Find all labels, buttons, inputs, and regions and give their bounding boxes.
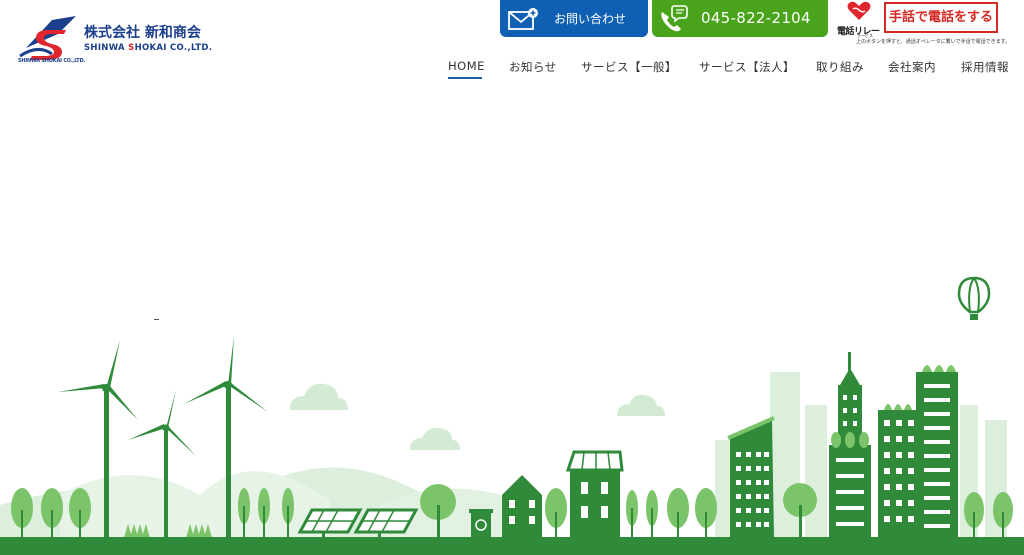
nav-item-recruit[interactable]: 採用情報 <box>961 59 1009 75</box>
logo-mark-caption: SHINWA SHOKAI CO.,LTD. <box>18 58 86 64</box>
company-name-en: SHINWA SHOKAI CO.,LTD. <box>84 42 212 54</box>
relay-service-logo: 電話リレー サービス <box>835 0 880 40</box>
ground <box>0 537 1024 555</box>
nav-item-initiatives[interactable]: 取り組み <box>816 59 864 75</box>
tree <box>11 488 91 538</box>
company-logo[interactable]: SHINWA SHOKAI CO.,LTD. 株式会社 新和商会 SHINWA … <box>18 14 218 64</box>
phone-chat-icon <box>661 5 688 32</box>
recycle-bin <box>469 509 493 537</box>
phone-number: 045-822-2104 <box>701 9 811 27</box>
tree <box>545 488 567 538</box>
company-name-en-suffix: HOKAI CO.,LTD. <box>134 43 213 53</box>
green-roof-building <box>727 416 775 538</box>
stray-mark <box>154 319 159 320</box>
company-name: 株式会社 新和商会 SHINWA SHOKAI CO.,LTD. <box>84 24 212 54</box>
tree <box>667 488 717 538</box>
mail-icon <box>508 8 538 30</box>
nav-active-indicator <box>448 77 482 79</box>
nav-item-service-corporate[interactable]: サービス【法人】 <box>699 59 795 75</box>
sign-language-note: 上のボタンを押すと、通話オペレータに繋いで手話で電話できます。 <box>856 39 1011 45</box>
heart-hands-icon <box>847 1 871 21</box>
nav-item-service-general[interactable]: サービス【一般】 <box>581 59 677 75</box>
contact-button-label: お問い合わせ <box>554 12 627 26</box>
contact-button[interactable]: お問い合わせ <box>500 0 648 37</box>
wheat <box>626 490 658 538</box>
site-header: SHINWA SHOKAI CO.,LTD. 株式会社 新和商会 SHINWA … <box>0 0 1024 90</box>
company-logo-mark <box>19 16 76 60</box>
office-building <box>878 365 958 538</box>
house <box>502 475 542 538</box>
cloud <box>290 383 665 450</box>
spire-tower <box>829 352 871 538</box>
nav-item-news[interactable]: お知らせ <box>509 59 557 75</box>
nav-item-home[interactable]: HOME <box>448 59 485 73</box>
solar-roof-building <box>565 450 624 538</box>
nav-item-company[interactable]: 会社案内 <box>888 59 936 75</box>
hot-air-balloon-icon <box>957 276 991 320</box>
company-name-jp: 株式会社 新和商会 <box>84 25 201 41</box>
company-name-en-prefix: SHINWA <box>84 43 129 53</box>
sign-language-call-button[interactable]: 手話で電話をする <box>884 2 998 33</box>
phone-button[interactable]: 045-822-2104 <box>652 0 828 37</box>
